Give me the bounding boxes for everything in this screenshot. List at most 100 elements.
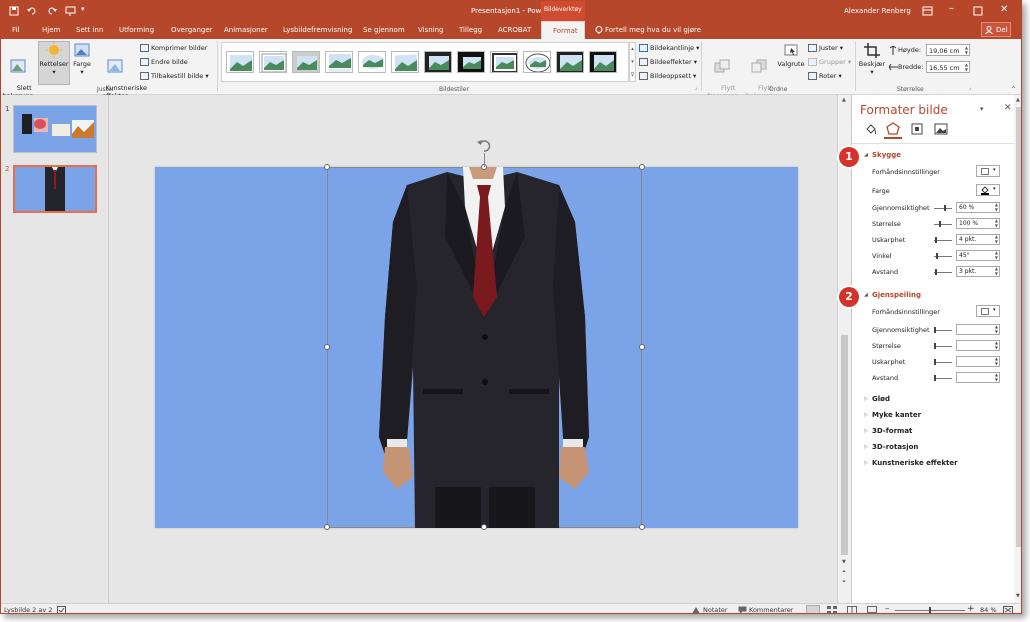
- glow-collapsed-icon[interactable]: ▷: [864, 396, 868, 402]
- picture-style-thumb[interactable]: [424, 51, 452, 73]
- picture-icon[interactable]: [934, 122, 948, 136]
- picture-style-thumb[interactable]: [259, 51, 287, 73]
- picture-styles-dialog-launcher-icon[interactable]: ⌟: [695, 85, 697, 91]
- reflection-transparency-input[interactable]: ▲ ▼: [956, 324, 1000, 335]
- canvas-vertical-scrollbar[interactable]: ▲ ▼ ⏶ ⏷: [837, 95, 851, 603]
- zoom-level[interactable]: 84 %: [980, 606, 997, 613]
- slider-knob[interactable]: [934, 359, 936, 365]
- picture-style-thumb[interactable]: [391, 51, 419, 73]
- normal-view-icon[interactable]: [806, 605, 820, 613]
- shadow-blur-slider[interactable]: [934, 237, 952, 243]
- shadow-transparency-slider[interactable]: [934, 205, 952, 211]
- picture-layout-button[interactable]: Bildeoppsett ▾: [639, 72, 696, 80]
- tab-fil[interactable]: Fil: [12, 26, 19, 34]
- 3d-rotation-collapsed-icon[interactable]: ▷: [864, 444, 868, 450]
- shadow-angle-input[interactable]: 45° ▲ ▼: [956, 250, 1000, 261]
- shadow-angle-slider[interactable]: [934, 253, 952, 259]
- save-icon[interactable]: [9, 6, 19, 16]
- spinner-arrows[interactable]: ▲ ▼: [995, 234, 998, 244]
- size-properties-icon[interactable]: [910, 122, 924, 136]
- slider-knob[interactable]: [935, 269, 937, 275]
- picture-style-thumb[interactable]: [457, 51, 485, 73]
- pane-options-icon[interactable]: ▾: [980, 105, 984, 113]
- slider-knob[interactable]: [935, 237, 937, 243]
- gallery-scroll[interactable]: ▴ ▾ ⊽: [629, 42, 636, 82]
- picture-style-thumb[interactable]: [589, 51, 617, 73]
- slider-knob[interactable]: [936, 253, 938, 259]
- spinner-arrows[interactable]: ▲ ▼: [995, 202, 998, 212]
- reflection-blur-slider[interactable]: [934, 359, 952, 365]
- slider-knob[interactable]: [934, 375, 936, 381]
- fit-slide-icon[interactable]: [1003, 606, 1013, 614]
- height-spinner[interactable]: ▲ ▼: [965, 45, 968, 55]
- height-input[interactable]: 19,06 cm ▲ ▼: [926, 44, 970, 56]
- fill-line-icon[interactable]: [864, 122, 878, 136]
- reflection-distance-input[interactable]: ▲ ▼: [956, 372, 1000, 383]
- rotate-handle-icon[interactable]: [476, 138, 492, 154]
- picture-style-thumb[interactable]: [292, 51, 320, 73]
- spinner-arrows[interactable]: ▲ ▼: [995, 372, 998, 382]
- picture-border-button[interactable]: Bildekantlinje ▾: [639, 44, 699, 52]
- spinner-arrows[interactable]: ▲ ▼: [995, 356, 998, 366]
- spinner-arrows[interactable]: ▲ ▼: [995, 340, 998, 350]
- resize-handle-left[interactable]: [324, 344, 330, 350]
- color-button[interactable]: Farge ▾: [71, 42, 93, 76]
- slider-knob[interactable]: [939, 221, 941, 227]
- shadow-distance-input[interactable]: 3 pkt. ▲ ▼: [956, 266, 1000, 277]
- resize-handle-bottom[interactable]: [481, 524, 487, 530]
- qat-more-icon[interactable]: ▾: [81, 5, 85, 13]
- picture-style-thumb[interactable]: [523, 51, 551, 73]
- picture-style-thumb[interactable]: [556, 51, 584, 73]
- 3d-format-collapsed-icon[interactable]: ▷: [864, 428, 868, 434]
- pane-scrollbar[interactable]: ▲ ▼: [1014, 95, 1021, 603]
- pane-scroll-up-icon[interactable]: ▲: [1016, 97, 1020, 103]
- picture-effects-button[interactable]: Bildeeffekter ▾: [639, 58, 697, 66]
- zoom-slider[interactable]: [895, 607, 965, 613]
- tab-hjem[interactable]: Hjem: [42, 26, 60, 34]
- reflection-section-header[interactable]: Gjenspeiling: [872, 291, 921, 299]
- pane-scroll-down-icon[interactable]: ▼: [1016, 593, 1020, 599]
- zoom-out-icon[interactable]: –: [885, 604, 890, 613]
- reflection-presets-dropdown[interactable]: ▾: [976, 305, 1000, 317]
- slide-thumbnail-2[interactable]: [13, 165, 97, 213]
- 3d-format-section-header[interactable]: 3D-format: [872, 427, 912, 435]
- shadow-blur-input[interactable]: 4 pkt. ▲ ▼: [956, 234, 1000, 245]
- picture-style-thumb[interactable]: [226, 51, 254, 73]
- zoom-slider-knob[interactable]: [929, 607, 931, 613]
- picture-styles-gallery[interactable]: [221, 42, 629, 82]
- shadow-expanded-icon[interactable]: ◢: [864, 152, 868, 158]
- resize-handle-top-left[interactable]: [324, 164, 330, 170]
- tab-tillegg[interactable]: Tillegg: [459, 26, 482, 34]
- picture-style-thumb[interactable]: [325, 51, 353, 73]
- tell-me-input[interactable]: Fortell meg hva du vil gjøre: [605, 26, 701, 34]
- soft-edges-collapsed-icon[interactable]: ▷: [864, 412, 868, 418]
- resize-handle-bottom-left[interactable]: [324, 524, 330, 530]
- collapse-ribbon-icon[interactable]: ^: [1011, 86, 1016, 93]
- reflection-transparency-slider[interactable]: [934, 327, 952, 333]
- selection-pane-button[interactable]: Valgrute: [776, 42, 806, 68]
- spinner-arrows[interactable]: ▲ ▼: [995, 218, 998, 228]
- scrollbar-thumb[interactable]: [841, 335, 848, 555]
- shadow-transparency-input[interactable]: 60 % ▲ ▼: [956, 202, 1000, 213]
- slider-knob[interactable]: [934, 343, 936, 349]
- slider-knob[interactable]: [934, 327, 936, 333]
- spinner-arrows[interactable]: ▲ ▼: [995, 266, 998, 276]
- tab-acrobat[interactable]: ACROBAT: [498, 26, 531, 34]
- reading-view-icon[interactable]: [847, 606, 857, 614]
- shadow-presets-dropdown[interactable]: ▾: [976, 165, 1000, 177]
- picture-style-thumb[interactable]: [358, 51, 386, 73]
- notes-button[interactable]: Notater: [703, 606, 728, 613]
- slide-thumbnail-1[interactable]: [13, 105, 97, 153]
- tab-overganger[interactable]: Overganger: [171, 26, 213, 34]
- rotate-button[interactable]: Roter ▾: [808, 72, 842, 80]
- spinner-arrows[interactable]: ▲ ▼: [995, 250, 998, 260]
- pane-close-icon[interactable]: ✕: [1004, 103, 1012, 113]
- group-objects-button[interactable]: Grupper ▾: [808, 58, 851, 66]
- effects-pentagon-icon[interactable]: [886, 122, 900, 136]
- previous-slide-icon[interactable]: ⏶: [842, 569, 846, 575]
- soft-edges-section-header[interactable]: Myke kanter: [872, 411, 921, 419]
- shadow-distance-slider[interactable]: [934, 269, 952, 275]
- shadow-color-dropdown[interactable]: ▾: [976, 184, 1000, 196]
- compress-pictures-button[interactable]: Komprimer bilder: [140, 44, 207, 52]
- reset-picture-button[interactable]: Tilbakestill bilde ▾: [140, 72, 209, 80]
